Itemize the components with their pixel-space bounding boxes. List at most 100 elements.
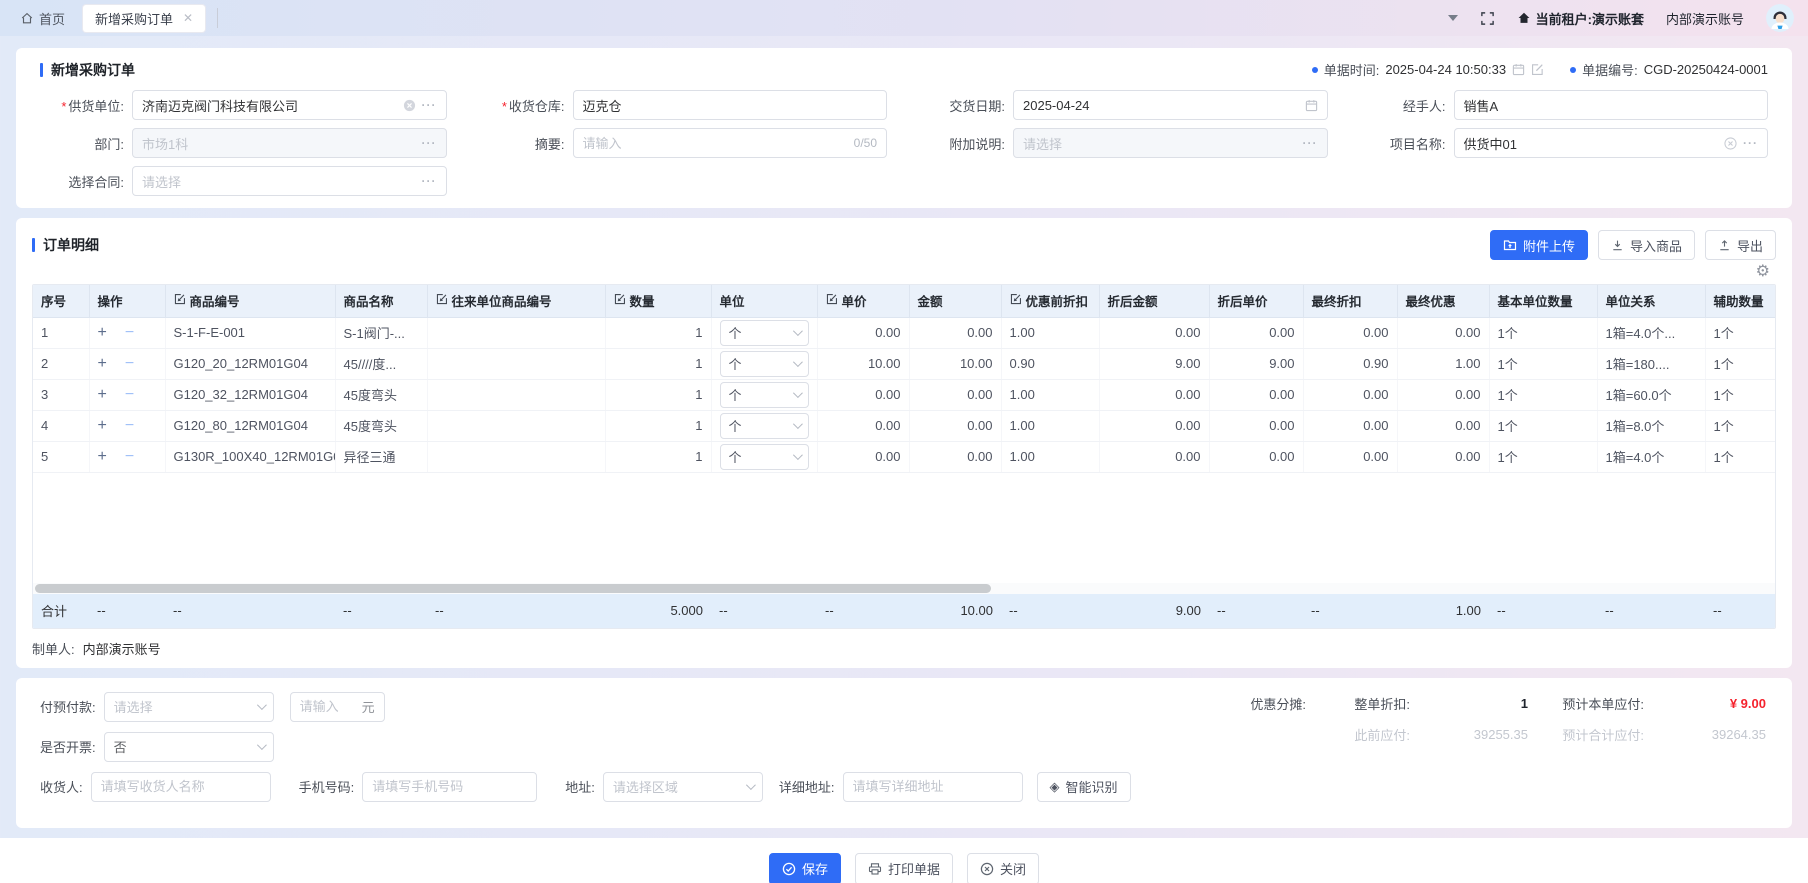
footer-action-bar: 保存 打印单据 关闭 bbox=[0, 838, 1808, 883]
export-button[interactable]: 导出 bbox=[1705, 230, 1776, 260]
close-tab-icon[interactable]: ✕ bbox=[183, 11, 193, 25]
save-button[interactable]: 保存 bbox=[769, 853, 841, 883]
home-filled-icon bbox=[1517, 11, 1531, 25]
doc-time: 单据时间: 2025-04-24 10:50:33 bbox=[1312, 60, 1544, 79]
ellipsis-picker-icon[interactable]: ··· bbox=[422, 136, 437, 150]
current-tenant[interactable]: 当前租户:演示账套 bbox=[1517, 9, 1644, 28]
total-cell: -- bbox=[1489, 594, 1597, 628]
unit-select[interactable]: 个 bbox=[720, 413, 809, 439]
clear-icon[interactable] bbox=[1724, 137, 1737, 150]
cell bbox=[427, 410, 605, 441]
ellipsis-picker-icon[interactable]: ··· bbox=[422, 98, 437, 112]
cell: 1 bbox=[605, 379, 711, 410]
smart-recognition-button[interactable]: ◈ 智能识别 bbox=[1037, 772, 1131, 802]
creator-line: 制单人:内部演示账号 bbox=[32, 639, 1776, 658]
delivery-date-input[interactable] bbox=[1023, 98, 1299, 113]
calendar-icon[interactable] bbox=[1512, 63, 1525, 76]
total-cell: 9.00 bbox=[1099, 594, 1209, 628]
delete-row-button[interactable]: − bbox=[125, 417, 134, 434]
fullscreen-icon[interactable] bbox=[1480, 11, 1495, 26]
cell: S-1-F-E-001 bbox=[165, 317, 335, 348]
column-header: 单位 bbox=[711, 285, 817, 317]
warehouse-input[interactable] bbox=[583, 98, 878, 113]
contract-placeholder: 请选择 bbox=[142, 172, 416, 191]
calendar-icon[interactable] bbox=[1305, 99, 1318, 112]
field-warehouse: 收货仓库: bbox=[481, 90, 888, 120]
supplier-input[interactable] bbox=[142, 98, 397, 113]
address-select[interactable]: 请选择区域 bbox=[603, 772, 763, 802]
unit-select[interactable]: 个 bbox=[720, 382, 809, 408]
export-icon bbox=[1718, 239, 1731, 252]
ellipsis-picker-icon[interactable]: ··· bbox=[1743, 136, 1758, 150]
ellipsis-picker-icon[interactable]: ··· bbox=[422, 174, 437, 188]
delete-row-button[interactable]: − bbox=[125, 324, 134, 341]
prepay-select[interactable]: 请选择 bbox=[104, 692, 274, 722]
editable-column-icon bbox=[614, 293, 626, 305]
cell: 0.00 bbox=[1099, 441, 1209, 472]
cell: 1个 bbox=[1489, 441, 1597, 472]
detail-address-input[interactable] bbox=[853, 779, 1013, 794]
cell: 0.00 bbox=[909, 379, 1001, 410]
nav-home[interactable]: 首页 bbox=[20, 9, 65, 28]
add-row-button[interactable]: + bbox=[98, 355, 107, 372]
table-row: 2+−G120_20_12RM01G0445////度...1个10.0010.… bbox=[33, 348, 1776, 379]
unit-select[interactable]: 个 bbox=[720, 351, 809, 377]
delete-row-button[interactable]: − bbox=[125, 448, 134, 465]
home-icon bbox=[20, 11, 34, 25]
ellipsis-picker-icon[interactable]: ··· bbox=[1303, 136, 1318, 150]
account-name[interactable]: 内部演示账号 bbox=[1666, 9, 1744, 28]
project-input[interactable] bbox=[1464, 136, 1719, 151]
cell: 0.00 bbox=[909, 317, 1001, 348]
tab-label: 新增采购订单 bbox=[95, 9, 173, 28]
prepay-amount-input[interactable] bbox=[300, 699, 356, 714]
unit-select[interactable]: 个 bbox=[720, 320, 809, 346]
avatar[interactable] bbox=[1766, 4, 1794, 32]
payment-summary: 优惠分摊: 整单折扣: 1 预计本单应付: ¥ 9.00 此前应付: 39255… bbox=[1250, 694, 1766, 744]
doc-no-label: 单据编号: bbox=[1582, 60, 1638, 79]
column-header: 数量 bbox=[605, 285, 711, 317]
cell: 1个 bbox=[1705, 379, 1776, 410]
delete-row-button[interactable]: − bbox=[125, 386, 134, 403]
add-row-button[interactable]: + bbox=[98, 386, 107, 403]
doc-time-label: 单据时间: bbox=[1324, 60, 1380, 79]
chevron-down-icon bbox=[792, 357, 802, 367]
close-circle-icon bbox=[980, 862, 994, 876]
column-header: 往来单位商品编号 bbox=[427, 285, 605, 317]
cell: G120_80_12RM01G04 bbox=[165, 410, 335, 441]
summary-input[interactable] bbox=[583, 136, 848, 151]
total-cell: -- bbox=[335, 594, 427, 628]
edit-icon[interactable] bbox=[1531, 63, 1544, 76]
creator-label: 制单人: bbox=[32, 642, 75, 657]
cell: 0.00 bbox=[817, 379, 909, 410]
total-cell: 1.00 bbox=[1397, 594, 1489, 628]
close-button[interactable]: 关闭 bbox=[967, 853, 1039, 883]
cell: 0.00 bbox=[909, 410, 1001, 441]
import-products-button[interactable]: 导入商品 bbox=[1598, 230, 1695, 260]
total-row: 合计--------5.000----10.00--9.00----1.00--… bbox=[33, 594, 1776, 628]
column-header: 基本单位数量 bbox=[1489, 285, 1597, 317]
unit-select[interactable]: 个 bbox=[720, 444, 809, 470]
table-row: 1+−S-1-F-E-001S-1阀门-...1个0.000.001.000.0… bbox=[33, 317, 1776, 348]
attachment-upload-button[interactable]: 附件上传 bbox=[1490, 230, 1588, 260]
cell: 1.00 bbox=[1397, 348, 1489, 379]
receiver-input[interactable] bbox=[101, 779, 261, 794]
horizontal-scrollbar[interactable] bbox=[33, 583, 1775, 594]
column-header: 单价 bbox=[817, 285, 909, 317]
add-row-button[interactable]: + bbox=[98, 324, 107, 341]
chevron-down-icon[interactable] bbox=[1448, 15, 1458, 21]
delivery-date-label: 交货日期: bbox=[921, 96, 1005, 115]
import-icon bbox=[1611, 239, 1624, 252]
handler-input[interactable] bbox=[1464, 98, 1759, 113]
column-settings-gear-icon[interactable]: ⚙ bbox=[1756, 263, 1770, 280]
delete-row-button[interactable]: − bbox=[125, 355, 134, 372]
add-row-button[interactable]: + bbox=[98, 417, 107, 434]
tab-new-purchase-order[interactable]: 新增采购订单 ✕ bbox=[83, 5, 205, 32]
scrollbar-thumb[interactable] bbox=[35, 584, 991, 593]
invoice-select[interactable]: 否 bbox=[104, 732, 274, 762]
print-button[interactable]: 打印单据 bbox=[855, 853, 953, 883]
phone-input[interactable] bbox=[372, 779, 527, 794]
cell: 1.00 bbox=[1001, 441, 1099, 472]
doc-time-value: 2025-04-24 10:50:33 bbox=[1385, 62, 1506, 77]
clear-icon[interactable] bbox=[403, 99, 416, 112]
add-row-button[interactable]: + bbox=[98, 448, 107, 465]
